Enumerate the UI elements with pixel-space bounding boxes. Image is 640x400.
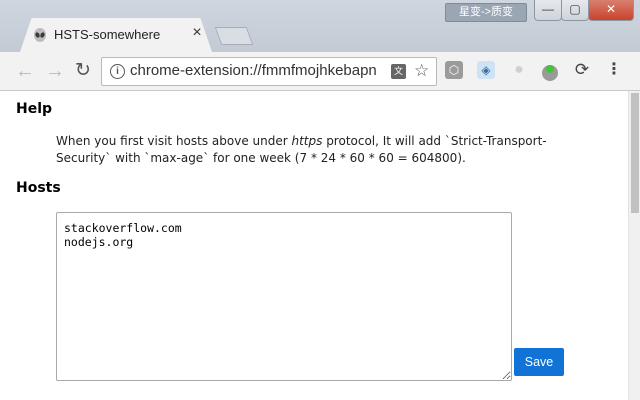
back-arrow-icon[interactable]: ← [14,60,36,82]
address-bar[interactable]: i chrome-extension://fmmfmojhkebapn 文 ☆ [101,57,437,86]
forward-arrow-icon[interactable]: → [44,60,66,82]
save-button[interactable]: Save [514,348,564,376]
bookmark-star-icon[interactable]: ☆ [414,61,429,81]
translate-icon[interactable]: 文 [391,64,406,79]
hosts-heading: Hosts [16,180,61,196]
help-heading: Help [16,101,53,117]
translate-ext-icon[interactable]: ◈ [477,61,495,79]
options-page: Help When you first visit hosts above un… [0,91,628,400]
hosts-textarea[interactable]: stackoverflow.com nodejs.org [56,212,512,381]
close-window-button[interactable]: ✕ [588,0,634,21]
vertical-scrollbar[interactable] [628,91,640,400]
scrollbar-thumb[interactable] [631,93,639,213]
disabled-ext-icon[interactable]: ● [510,61,528,79]
url-text[interactable]: chrome-extension://fmmfmojhkebapn [130,62,377,79]
help-text-before: When you first visit hosts above under [56,134,292,148]
help-text: When you first visit hosts above under h… [56,133,576,167]
tab-hsts-somewhere[interactable]: HSTS-somewhere × [20,18,212,52]
minimize-button[interactable]: — [534,0,562,21]
info-icon[interactable]: i [110,64,125,79]
sync-icon[interactable]: ⟳ [573,61,591,79]
maximize-button[interactable]: ▢ [561,0,589,21]
menu-icon[interactable]: ⋮ [605,61,623,79]
tab-title: HSTS-somewhere [54,27,161,42]
green-dot-ext-icon[interactable] [541,61,559,81]
window-titlebar: HSTS-somewhere × 星变->质变 — ▢ ✕ [0,0,640,52]
new-tab-button[interactable] [214,27,254,45]
reload-icon[interactable]: ↻ [72,60,94,82]
ghostery-icon[interactable]: ⬡ [445,61,463,79]
tab-close-icon[interactable]: × [188,24,206,42]
alien-icon [32,27,48,43]
input-method-indicator: 星变->质变 [445,3,527,22]
browser-toolbar: ← → ↻ i chrome-extension://fmmfmojhkebap… [0,52,640,91]
help-text-https: https [291,134,323,148]
